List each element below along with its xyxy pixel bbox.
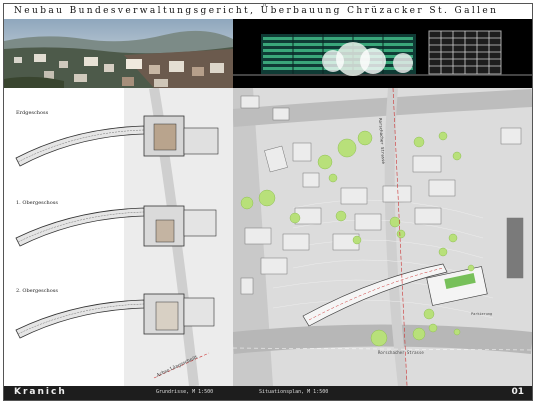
elevation-graphic: [233, 19, 532, 88]
floor-plans-panel: Erdgeschoss 1. Obergeschoss 2. Obergesch…: [4, 88, 233, 386]
parking-label: Parkierung: [471, 312, 493, 316]
board-title: Neubau Bundesverwaltungsgericht, Überbau…: [14, 6, 499, 16]
street-label-south: Rorschacher Strasse: [378, 350, 424, 355]
plan-2-obergeschoss: [15, 293, 215, 339]
building-elevation: [233, 19, 532, 88]
city-photo-graphic: [4, 19, 233, 88]
presentation-board: Neubau Bundesverwaltungsgericht, Überbau…: [3, 3, 533, 401]
grundrisse-caption: Grundrisse, M 1:500: [156, 389, 214, 395]
page-number: 01: [511, 387, 524, 397]
floor-label-2og: 2. Obergeschoss: [16, 288, 58, 294]
title-bar: Neubau Bundesverwaltungsgericht, Überbau…: [4, 4, 532, 18]
city-photo: [4, 19, 233, 88]
footer-bar: Kranich Grundrisse, M 1:500 Situationspl…: [4, 386, 532, 400]
floor-label-1og: 1. Obergeschoss: [16, 200, 58, 206]
floor-label-erdgeschoss: Erdgeschoss: [16, 110, 49, 116]
site-plan: Rorschacher Strasse Rorschacher Strasse …: [233, 88, 532, 386]
floor-plans-graphic: [15, 88, 233, 386]
project-name: Kranich: [14, 387, 67, 397]
situation-caption: Situationsplan, M 1:500: [259, 389, 329, 395]
